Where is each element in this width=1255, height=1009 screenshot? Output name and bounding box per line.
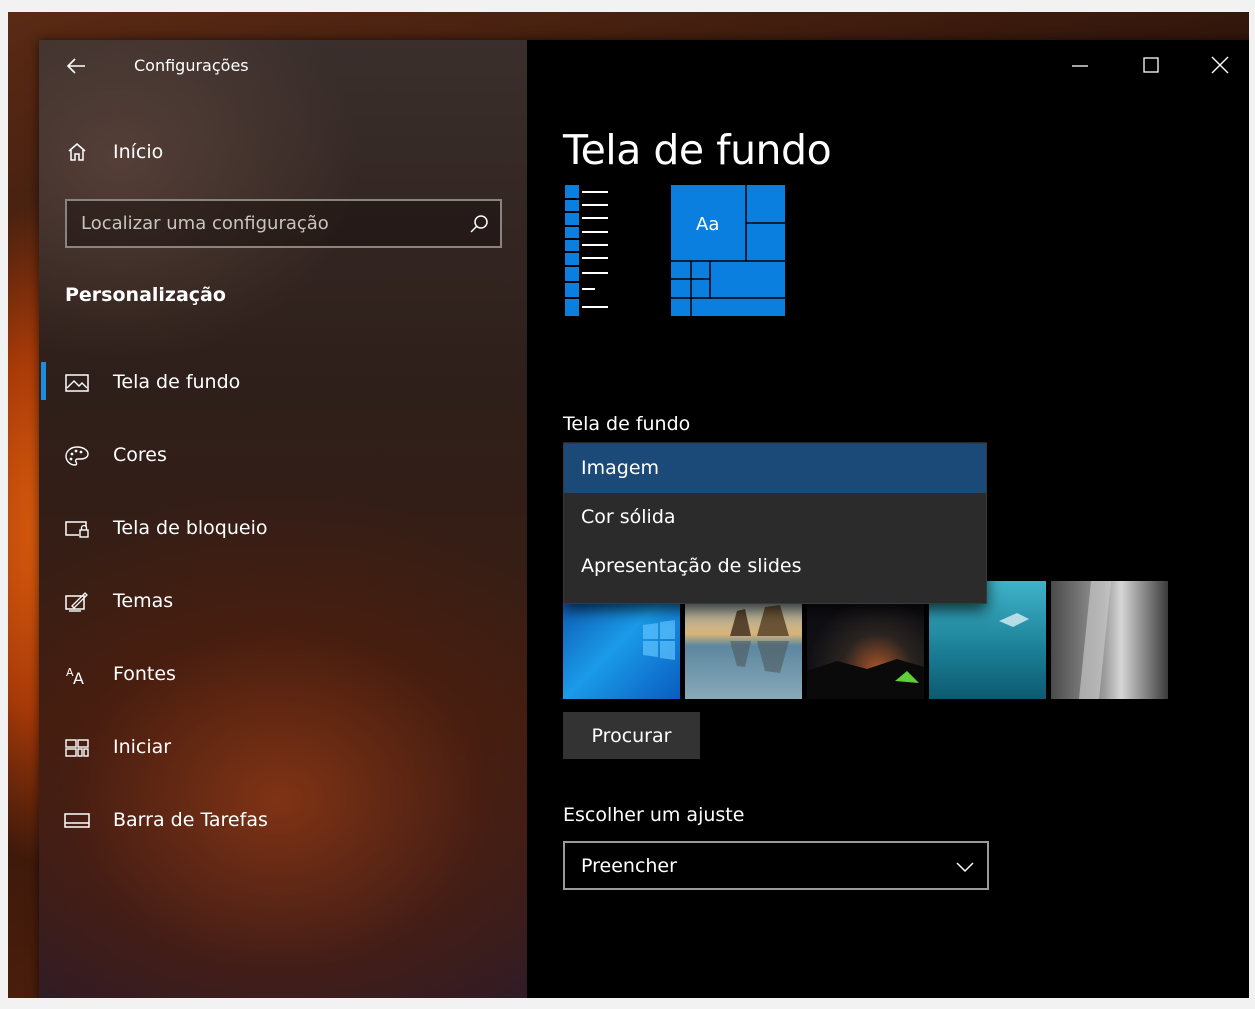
browse-button[interactable]: Procurar xyxy=(563,712,700,759)
background-dropdown-menu: Imagem Cor sólida Apresentação de slides xyxy=(563,443,987,604)
title-bar: Configurações xyxy=(39,40,527,90)
sidebar-item-temas[interactable]: Temas xyxy=(39,577,527,650)
wallpaper-thumb-rock[interactable] xyxy=(1051,581,1168,699)
page-title: Tela de fundo xyxy=(563,126,832,174)
fonts-icon: A A xyxy=(66,666,84,686)
sidebar-item-fontes[interactable]: A A Fontes xyxy=(39,650,527,723)
picture-icon xyxy=(65,374,89,392)
sidebar-item-label: Barra de Tarefas xyxy=(113,809,268,831)
close-icon[interactable] xyxy=(1192,46,1248,86)
minimize-icon[interactable] xyxy=(1052,46,1108,86)
palette-icon xyxy=(65,446,89,466)
svg-text:A: A xyxy=(73,669,84,686)
sidebar-item-tela-de-fundo[interactable]: Tela de fundo xyxy=(39,358,527,431)
app-title: Configurações xyxy=(134,56,249,75)
sidebar-item-label: Tela de fundo xyxy=(113,371,241,393)
selection-indicator xyxy=(41,362,46,400)
sidebar-item-label: Fontes xyxy=(113,663,176,685)
dropdown-option-apresentacao[interactable]: Apresentação de slides xyxy=(564,542,986,591)
sidebar: Configurações Início Personalização xyxy=(39,40,527,998)
fit-dropdown[interactable]: Preencher xyxy=(563,841,989,890)
section-title: Personalização xyxy=(65,284,226,306)
themes-icon xyxy=(65,592,88,612)
background-label: Tela de fundo xyxy=(563,413,691,435)
start-icon xyxy=(65,739,89,757)
sidebar-item-tela-de-bloqueio[interactable]: Tela de bloqueio xyxy=(39,504,527,577)
home-icon xyxy=(68,143,86,161)
dropdown-option-cor-solida[interactable]: Cor sólida xyxy=(564,493,986,542)
nav-home-label: Início xyxy=(113,141,164,163)
sidebar-item-iniciar[interactable]: Iniciar xyxy=(39,723,527,796)
lock-screen-icon xyxy=(65,521,89,538)
settings-window: Configurações Início Personalização xyxy=(39,40,1249,998)
chevron-down-icon xyxy=(956,862,974,873)
desktop-wallpaper: Configurações Início Personalização xyxy=(8,12,1249,998)
search-input[interactable] xyxy=(81,209,451,237)
sidebar-item-label: Cores xyxy=(113,444,167,466)
sidebar-item-barra-de-tarefas[interactable]: Barra de Tarefas xyxy=(39,796,527,869)
nav-list: Tela de fundo Cores Tela de bloqueio Tem… xyxy=(39,358,527,869)
preview-sample-text: Aa xyxy=(696,214,719,235)
fit-label: Escolher um ajuste xyxy=(563,804,745,826)
taskbar-icon xyxy=(64,813,90,828)
nav-home[interactable]: Início xyxy=(59,133,499,173)
back-arrow-icon[interactable] xyxy=(65,54,89,78)
sidebar-item-label: Iniciar xyxy=(113,736,172,758)
sidebar-item-label: Tela de bloqueio xyxy=(113,517,268,539)
sidebar-item-label: Temas xyxy=(113,590,174,612)
fit-dropdown-value: Preencher xyxy=(581,855,677,877)
dropdown-option-imagem[interactable]: Imagem xyxy=(564,444,986,493)
search-box xyxy=(65,199,502,248)
maximize-icon[interactable] xyxy=(1123,46,1179,86)
sidebar-item-cores[interactable]: Cores xyxy=(39,431,527,504)
desktop-preview: Aa xyxy=(565,185,785,316)
main-pane: Tela de fundo Aa Tela de fundo Imagem Co… xyxy=(527,40,1249,998)
search-icon[interactable] xyxy=(468,213,490,235)
